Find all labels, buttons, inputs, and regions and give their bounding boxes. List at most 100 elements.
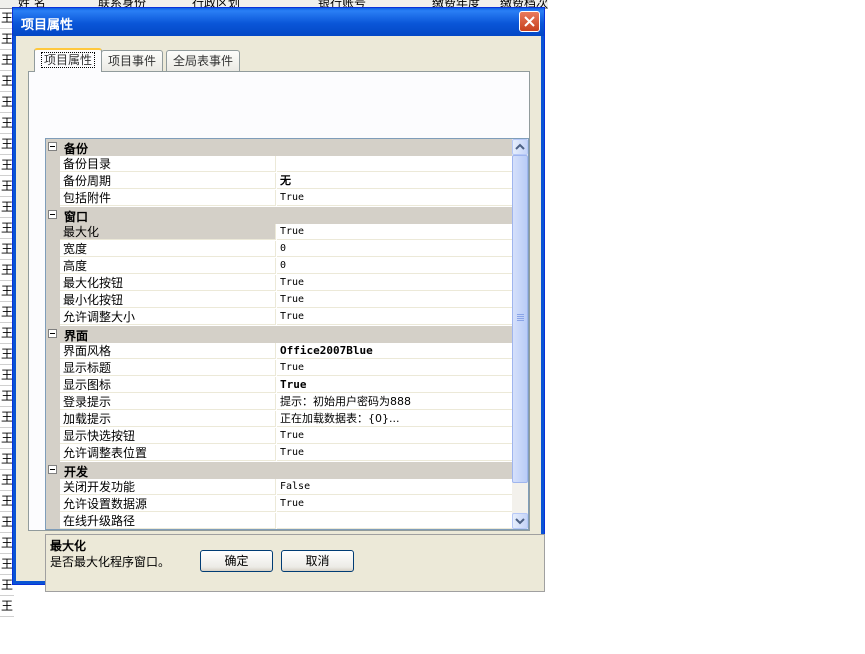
property-name[interactable]: 最小化按钮 [60, 292, 276, 308]
property-value[interactable]: True [277, 309, 528, 325]
collapse-icon[interactable] [48, 465, 57, 474]
property-value[interactable] [277, 156, 528, 172]
cancel-button[interactable]: 取消 [281, 550, 354, 572]
property-value[interactable]: True [277, 190, 528, 206]
row-margin [46, 513, 60, 529]
property-name[interactable]: 备份目录 [60, 156, 276, 172]
property-value[interactable]: 提示：初始用户密码为888 [277, 394, 528, 410]
project-properties-dialog: 项目属性 项目属性 项目事件 全局表事件 备份 备份目录 备份周期无包括附件 True… [12, 7, 545, 592]
property-row[interactable]: 最大化按钮 True [46, 275, 528, 292]
property-category[interactable]: 备份 [46, 139, 528, 156]
ok-button[interactable]: 确定 [200, 550, 273, 572]
collapse-icon[interactable] [48, 329, 57, 338]
dialog-title: 项目属性 [21, 18, 74, 33]
grip-line [517, 314, 524, 315]
property-value[interactable]: 0 [277, 241, 528, 257]
property-row[interactable]: 显示快选按钮 True [46, 428, 528, 445]
property-name[interactable]: 高度 [60, 258, 276, 274]
property-value[interactable] [277, 513, 528, 529]
chevron-up-icon [515, 143, 525, 150]
row-margin [46, 496, 60, 513]
property-name[interactable]: 最大化 [60, 224, 276, 240]
property-row[interactable]: 宽度 0 [46, 241, 528, 258]
property-name[interactable]: 显示标题 [60, 360, 276, 376]
property-value[interactable]: False [277, 479, 528, 495]
sheet-row-cell[interactable]: 王 [0, 596, 14, 617]
property-row[interactable]: 界面风格 Office2007Blue [46, 343, 528, 360]
property-name[interactable]: 允许设置数据源 [60, 496, 276, 512]
property-row[interactable]: 显示标题 True [46, 360, 528, 377]
property-row[interactable]: 备份周期无 [46, 173, 528, 190]
property-row[interactable]: 允许调整大小 True [46, 309, 528, 326]
property-name[interactable]: 允许调整大小 [60, 309, 276, 325]
property-value[interactable]: True [277, 428, 528, 444]
property-row[interactable]: 显示图标 True [46, 377, 528, 394]
property-row[interactable]: 备份目录 [46, 156, 528, 173]
row-margin [46, 224, 60, 241]
property-name[interactable]: 显示快选按钮 [60, 428, 276, 444]
property-value[interactable]: True [277, 275, 528, 291]
vertical-scrollbar[interactable] [512, 139, 528, 529]
property-value[interactable]: True [277, 360, 528, 376]
property-category[interactable]: 界面 [46, 326, 528, 343]
grip-line [517, 320, 524, 321]
property-name[interactable]: 显示图标 [60, 377, 276, 393]
property-name[interactable]: 备份周期 [60, 173, 276, 189]
property-name[interactable]: 包括附件 [60, 190, 276, 206]
category-label: 界面 [64, 329, 89, 343]
row-margin [46, 156, 60, 173]
collapse-icon[interactable] [48, 210, 57, 219]
property-value[interactable]: Office2007Blue [277, 343, 528, 359]
property-value[interactable]: True [277, 445, 528, 461]
property-row[interactable]: 允许调整表位置 True [46, 445, 528, 462]
tab-label: 项目事件 [108, 54, 157, 68]
category-label: 窗口 [64, 210, 89, 224]
property-name[interactable]: 关闭开发功能 [60, 479, 276, 495]
property-category[interactable]: 开发 [46, 462, 528, 479]
property-row[interactable]: 允许设置数据源 True [46, 496, 528, 513]
category-label: 开发 [64, 465, 89, 479]
scroll-down-button[interactable] [512, 513, 528, 529]
dialog-titlebar[interactable]: 项目属性 [13, 8, 544, 36]
property-value[interactable]: True [277, 377, 528, 393]
close-button[interactable] [519, 11, 540, 32]
row-margin [46, 428, 60, 445]
property-name[interactable]: 界面风格 [60, 343, 276, 359]
tab-project-properties[interactable]: 项目属性 [34, 48, 103, 72]
property-row[interactable]: 在线升级路径 [46, 513, 528, 529]
property-value[interactable]: True [277, 496, 528, 512]
property-name[interactable]: 在线升级路径 [60, 513, 276, 529]
property-name[interactable]: 最大化按钮 [60, 275, 276, 291]
property-grid[interactable]: 备份 备份目录 备份周期无包括附件 True 窗口 最大化 True 宽度 0 高度 0 最大化按钮 T… [45, 138, 529, 530]
property-value[interactable]: 0 [277, 258, 528, 274]
row-margin [46, 190, 60, 207]
property-value[interactable]: 无 [277, 173, 528, 189]
collapse-icon[interactable] [48, 142, 57, 151]
property-name[interactable]: 宽度 [60, 241, 276, 257]
property-name[interactable]: 加载提示 [60, 411, 276, 427]
grip-line [517, 318, 524, 319]
dialog-border-right [541, 36, 544, 584]
property-row[interactable]: 最小化按钮 True [46, 292, 528, 309]
scroll-up-button[interactable] [512, 139, 528, 155]
property-name[interactable]: 允许调整表位置 [60, 445, 276, 461]
property-row[interactable]: 加载提示 正在加载数据表：{0}... [46, 411, 528, 428]
property-value[interactable]: 正在加载数据表：{0}... [277, 411, 528, 427]
row-margin [46, 377, 60, 394]
property-row[interactable]: 关闭开发功能 False [46, 479, 528, 496]
property-value[interactable]: True [277, 224, 528, 240]
tab-panel: 备份 备份目录 备份周期无包括附件 True 窗口 最大化 True 宽度 0 高度 0 最大化按钮 T… [28, 71, 545, 592]
tab-global-table-events[interactable]: 全局表事件 [166, 50, 241, 71]
scroll-thumb[interactable] [512, 155, 528, 483]
tab-project-events[interactable]: 项目事件 [101, 50, 164, 71]
property-row[interactable]: 最大化 True [46, 224, 528, 241]
row-margin [46, 411, 60, 428]
property-category[interactable]: 窗口 [46, 207, 528, 224]
row-margin [46, 292, 60, 309]
property-row[interactable]: 包括附件 True [46, 190, 528, 207]
property-value[interactable]: True [277, 292, 528, 308]
property-row[interactable]: 高度 0 [46, 258, 528, 275]
property-row[interactable]: 登录提示 提示：初始用户密码为888 [46, 394, 528, 411]
row-margin [46, 360, 60, 377]
property-name[interactable]: 登录提示 [60, 394, 276, 410]
